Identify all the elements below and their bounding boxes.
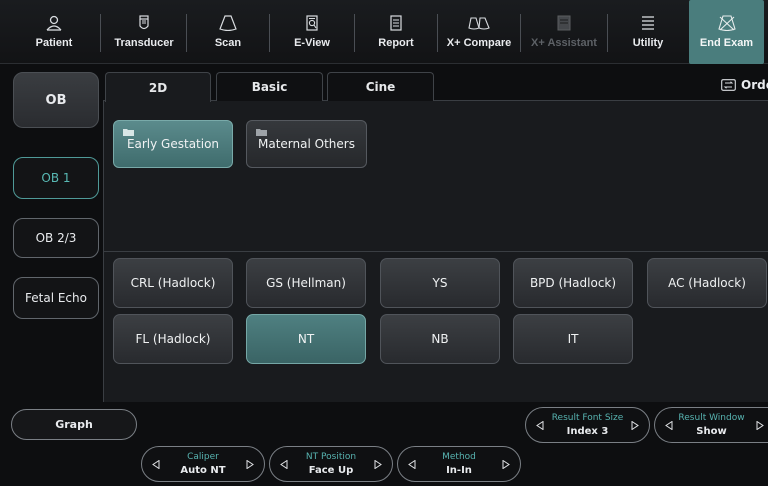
utility-icon — [642, 16, 654, 30]
report-button[interactable]: Report — [358, 0, 434, 64]
study-item-fetal-echo[interactable]: Fetal Echo — [13, 277, 99, 319]
top-toolbar: Patient Transducer Scan E-View Report X+… — [0, 0, 768, 64]
result-font-size-control[interactable]: Result Font Size Index 3 — [525, 407, 650, 443]
control-value: Show — [696, 426, 727, 437]
patient-icon — [46, 15, 62, 31]
compare-icon — [468, 17, 490, 30]
increment-arrow-icon[interactable] — [756, 421, 764, 430]
assistant-icon — [557, 15, 571, 31]
measure-nb-button[interactable]: NB — [380, 314, 500, 364]
transducer-button[interactable]: Transducer — [104, 0, 184, 64]
measure-ac-hadlock-button[interactable]: AC (Hadlock) — [647, 258, 767, 308]
scan-icon — [219, 15, 237, 31]
toolbar-separator — [520, 14, 521, 52]
tab-basic[interactable]: Basic — [216, 72, 323, 101]
study-item-ob1[interactable]: OB 1 — [13, 157, 99, 199]
eview-label: E-View — [294, 37, 330, 49]
report-label: Report — [378, 37, 414, 49]
exam-type-button[interactable]: OB — [13, 72, 99, 128]
tab-2d[interactable]: 2D — [105, 72, 211, 102]
folder-label: Early Gestation — [126, 137, 220, 151]
increment-arrow-icon[interactable] — [246, 460, 254, 469]
graph-button[interactable]: Graph — [11, 409, 137, 440]
method-control[interactable]: Method In-In — [397, 446, 521, 482]
panel-divider — [103, 251, 768, 252]
folder-open-icon — [123, 129, 134, 136]
result-window-control[interactable]: Result Window Show — [654, 407, 768, 443]
compare-label: X+ Compare — [446, 37, 512, 49]
compare-button[interactable]: X+ Compare — [441, 0, 517, 64]
order-label: Orde — [741, 78, 768, 92]
assistant-button[interactable]: X+ Assistant — [524, 0, 604, 64]
folder-maternal-others[interactable]: Maternal Others — [246, 120, 367, 168]
scan-label: Scan — [214, 37, 242, 49]
increment-arrow-icon[interactable] — [374, 460, 382, 469]
folder-icon — [256, 129, 267, 136]
utility-label: Utility — [632, 37, 664, 49]
transducer-label: Transducer — [114, 37, 174, 49]
measure-crl-hadlock-button[interactable]: CRL (Hadlock) — [113, 258, 233, 308]
study-item-ob23[interactable]: OB 2/3 — [13, 218, 99, 258]
end-exam-button[interactable]: End Exam — [689, 0, 764, 64]
measure-fl-hadlock-button[interactable]: FL (Hadlock) — [113, 314, 233, 364]
patient-label: Patient — [35, 37, 73, 49]
caliper-control[interactable]: Caliper Auto NT — [141, 446, 265, 482]
end-exam-label: End Exam — [699, 37, 754, 49]
scan-button[interactable]: Scan — [190, 0, 266, 64]
measure-gs-hellman-button[interactable]: GS (Hellman) — [246, 258, 366, 308]
end-exam-icon — [717, 15, 736, 31]
patient-button[interactable]: Patient — [16, 0, 92, 64]
order-icon — [721, 79, 736, 91]
toolbar-separator — [100, 14, 101, 52]
control-title: Result Window — [678, 413, 745, 423]
measure-bpd-hadlock-button[interactable]: BPD (Hadlock) — [513, 258, 633, 308]
utility-button[interactable]: Utility — [611, 0, 685, 64]
eview-icon — [306, 15, 318, 31]
nt-position-control[interactable]: NT Position Face Up — [269, 446, 393, 482]
report-icon — [390, 15, 402, 31]
eview-button[interactable]: E-View — [273, 0, 351, 64]
increment-arrow-icon[interactable] — [631, 421, 639, 430]
assistant-label: X+ Assistant — [531, 37, 597, 49]
folder-early-gestation[interactable]: Early Gestation — [113, 120, 233, 168]
transducer-icon — [139, 15, 149, 30]
toolbar-separator — [269, 14, 270, 52]
order-button[interactable]: Orde — [721, 78, 768, 92]
measure-it-button[interactable]: IT — [513, 314, 633, 364]
folder-label: Maternal Others — [258, 137, 355, 151]
toolbar-separator — [186, 14, 187, 52]
measure-ys-button[interactable]: YS — [380, 258, 500, 308]
toolbar-separator — [354, 14, 355, 52]
measure-nt-button[interactable]: NT — [246, 314, 366, 364]
toolbar-separator — [607, 14, 608, 52]
tab-cine[interactable]: Cine — [327, 72, 434, 101]
increment-arrow-icon[interactable] — [502, 460, 510, 469]
toolbar-separator — [437, 14, 438, 52]
